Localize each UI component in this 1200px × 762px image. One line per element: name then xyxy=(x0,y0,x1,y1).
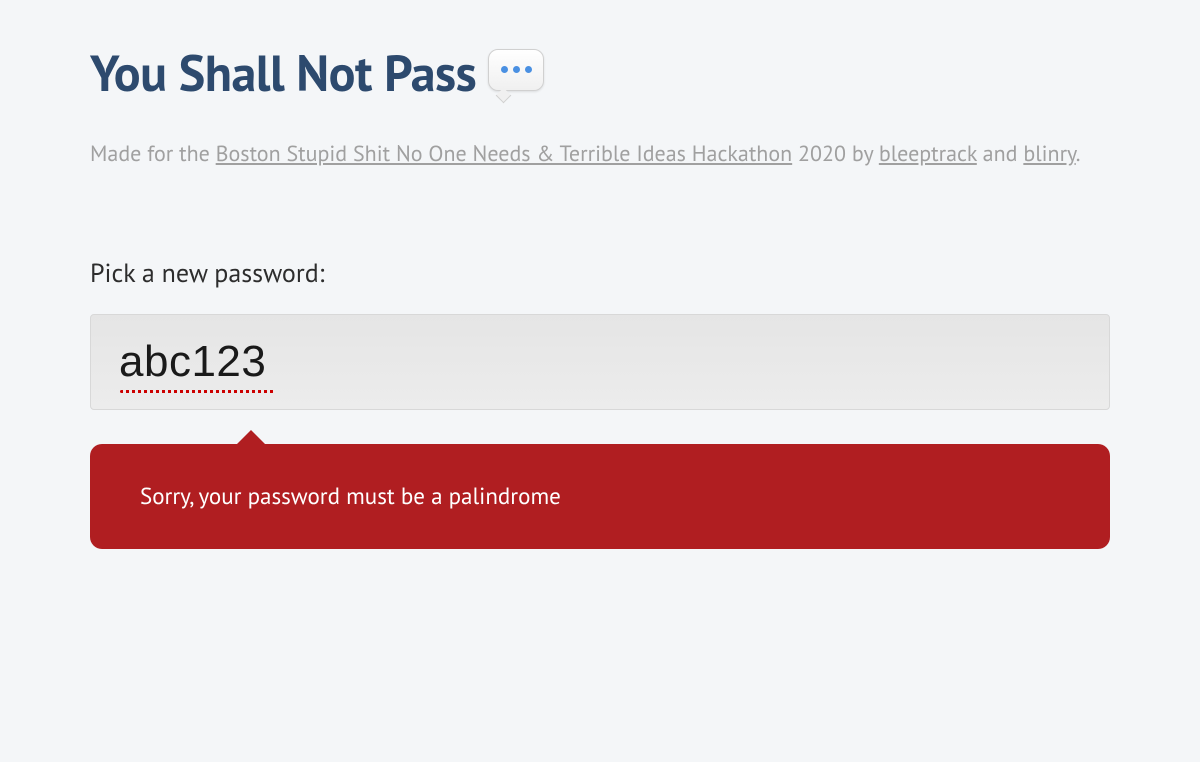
credits-after2: and xyxy=(977,140,1024,168)
password-input-wrapper xyxy=(90,314,1110,410)
author-blinry-link[interactable]: blinry xyxy=(1023,140,1075,168)
page-title: You Shall Not Pass xyxy=(90,40,1110,105)
error-arrow-icon xyxy=(235,430,267,446)
error-message-box: Sorry, your password must be a palindrom… xyxy=(90,444,1110,549)
credits-after1: 2020 by xyxy=(792,140,879,168)
credits-suffix: . xyxy=(1076,140,1081,168)
hackathon-link[interactable]: Boston Stupid Shit No One Needs & Terrib… xyxy=(216,140,793,168)
credits-prefix: Made for the xyxy=(90,140,216,168)
password-input[interactable] xyxy=(90,314,1110,410)
password-label: Pick a new password: xyxy=(90,257,1110,290)
speech-bubble-icon xyxy=(488,49,544,97)
author-bleeptrack-link[interactable]: bleeptrack xyxy=(879,140,977,168)
error-message-text: Sorry, your password must be a palindrom… xyxy=(140,482,561,511)
credits-line: Made for the Boston Stupid Shit No One N… xyxy=(90,137,1110,172)
spellcheck-underline xyxy=(120,390,274,393)
title-text: You Shall Not Pass xyxy=(90,40,476,105)
